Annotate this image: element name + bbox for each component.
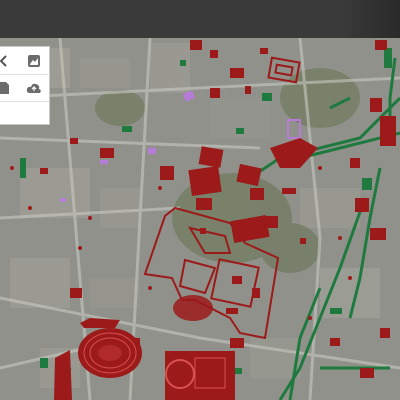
map-toolbar (0, 46, 50, 125)
temple-complex (165, 351, 235, 400)
top-bar (0, 0, 400, 38)
toolbar-row-2 (0, 75, 50, 101)
image-layer-icon[interactable] (24, 51, 44, 71)
document-icon[interactable] (0, 78, 14, 98)
top-bar-fade (340, 0, 400, 38)
cloud-icon[interactable] (24, 78, 44, 98)
map-svg[interactable] (0, 38, 400, 400)
map-canvas[interactable] (0, 38, 400, 400)
red-basilica (173, 295, 213, 321)
red-building-sw (54, 350, 72, 400)
toolbar-divider (0, 101, 50, 102)
chevron-left-icon[interactable] (0, 51, 14, 71)
toolbar-row-1 (0, 47, 50, 73)
